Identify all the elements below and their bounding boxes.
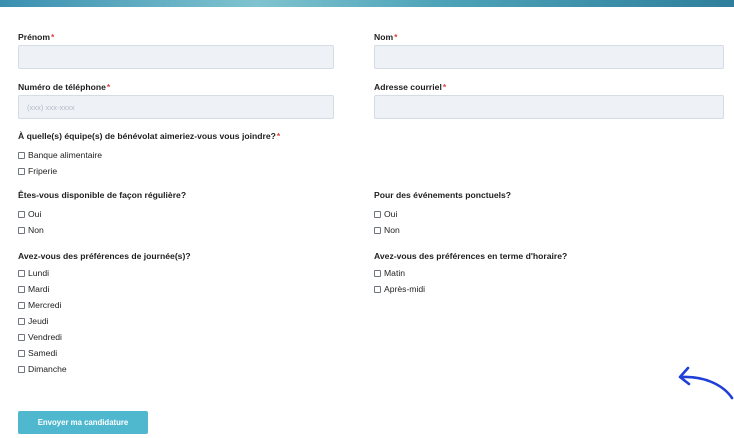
- checkbox-apres-midi[interactable]: Après-midi: [374, 284, 425, 294]
- checkbox-box[interactable]: [18, 349, 25, 357]
- required-asterisk: *: [106, 82, 111, 92]
- checkbox-matin[interactable]: Matin: [374, 268, 405, 278]
- checkbox-regular-non[interactable]: Non: [18, 225, 44, 235]
- checkbox-box[interactable]: [18, 285, 25, 293]
- checkbox-box[interactable]: [18, 317, 25, 325]
- email-input[interactable]: [374, 95, 724, 119]
- email-label: Adresse courriel*: [374, 82, 447, 92]
- required-asterisk: *: [442, 82, 447, 92]
- checkbox-regular-oui[interactable]: Oui: [18, 209, 41, 219]
- required-asterisk: *: [51, 32, 55, 42]
- header-banner: [0, 0, 734, 7]
- teams-question: À quelle(s) équipe(s) de bénévolat aimer…: [18, 131, 281, 141]
- checkbox-box[interactable]: [18, 269, 25, 277]
- checkbox-jeudi[interactable]: Jeudi: [18, 316, 49, 326]
- submit-button[interactable]: Envoyer ma candidature: [18, 411, 148, 434]
- checkbox-box[interactable]: [374, 210, 381, 218]
- checkbox-vendredi[interactable]: Vendredi: [18, 332, 62, 342]
- required-asterisk: *: [394, 32, 398, 42]
- regular-question: Êtes-vous disponible de façon régulière?: [18, 190, 187, 200]
- checkbox-samedi[interactable]: Samedi: [18, 348, 57, 358]
- checkbox-lundi[interactable]: Lundi: [18, 268, 49, 278]
- first-name-label: Prénom*: [18, 32, 55, 42]
- required-asterisk: *: [276, 131, 281, 141]
- checkbox-dimanche[interactable]: Dimanche: [18, 364, 67, 374]
- checkbox-events-non[interactable]: Non: [374, 225, 400, 235]
- checkbox-box[interactable]: [374, 226, 381, 234]
- checkbox-box[interactable]: [18, 333, 25, 341]
- days-question: Avez-vous des préférences de journée(s)?: [18, 251, 191, 261]
- checkbox-mardi[interactable]: Mardi: [18, 284, 50, 294]
- first-name-input[interactable]: [18, 45, 334, 69]
- checkbox-box[interactable]: [18, 301, 25, 309]
- checkbox-events-oui[interactable]: Oui: [374, 209, 397, 219]
- checkbox-box[interactable]: [18, 365, 25, 373]
- checkbox-mercredi[interactable]: Mercredi: [18, 300, 61, 310]
- checkbox-box[interactable]: [374, 269, 381, 277]
- last-name-label: Nom*: [374, 32, 398, 42]
- checkbox-box[interactable]: [18, 210, 25, 218]
- last-name-input[interactable]: [374, 45, 724, 69]
- schedule-question: Avez-vous des préférences en terme d'hor…: [374, 251, 568, 261]
- phone-input[interactable]: [18, 95, 334, 119]
- checkbox-banque-alimentaire[interactable]: Banque alimentaire: [18, 150, 102, 160]
- events-question: Pour des événements ponctuels?: [374, 190, 512, 200]
- arrow-shaft: [680, 375, 734, 400]
- checkbox-box[interactable]: [374, 285, 381, 293]
- checkbox-box[interactable]: [18, 226, 25, 234]
- checkbox-box[interactable]: [18, 167, 25, 175]
- checkbox-friperie[interactable]: Friperie: [18, 166, 57, 176]
- phone-label: Numéro de téléphone*: [18, 82, 111, 92]
- arrow-icon: [678, 366, 734, 400]
- checkbox-box[interactable]: [18, 151, 25, 159]
